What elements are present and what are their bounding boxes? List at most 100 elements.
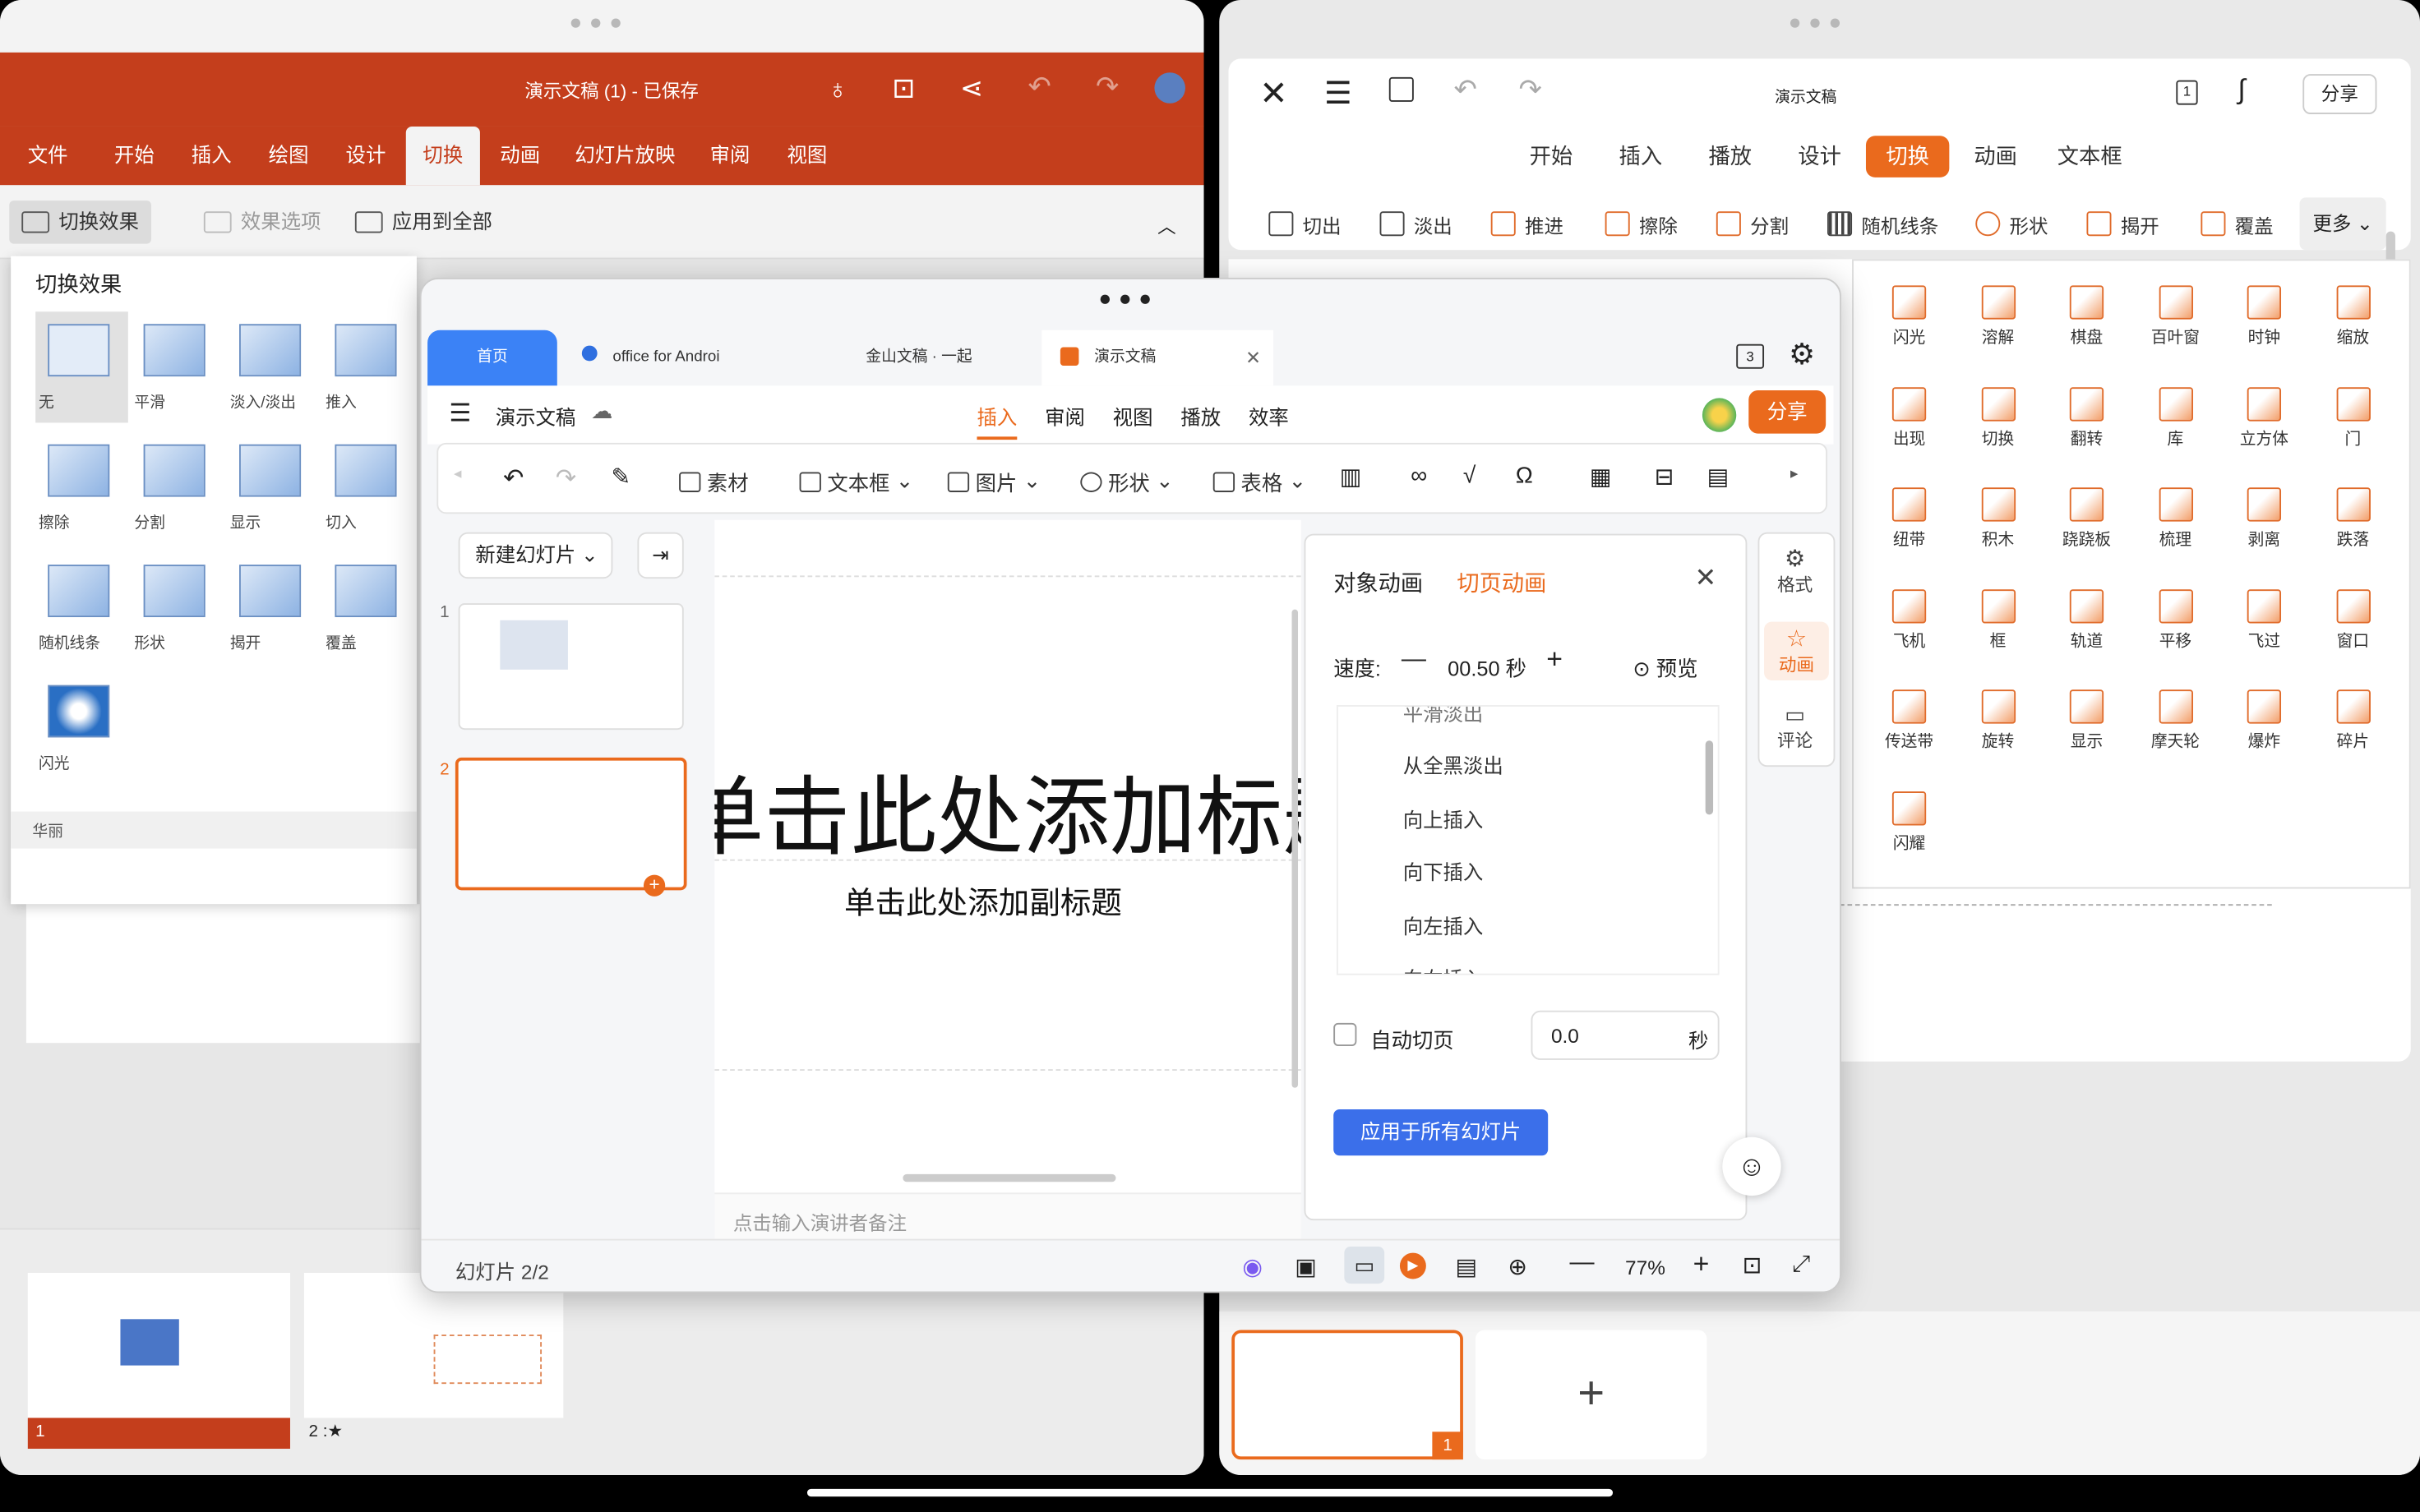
- tab-view[interactable]: 视图: [775, 127, 840, 185]
- transition-push[interactable]: 推入: [322, 311, 415, 422]
- slide-subtitle[interactable]: 单击此处添加副标题: [844, 878, 1122, 922]
- chart-icon[interactable]: ▥: [1340, 463, 1362, 491]
- tab-home[interactable]: 首页: [427, 330, 557, 386]
- transition-item[interactable]: 旋转: [1958, 689, 2039, 753]
- tool-shape[interactable]: 形状: [1975, 207, 2048, 241]
- tool-fade[interactable]: 淡出: [1379, 207, 1452, 241]
- tab-textbox[interactable]: 文本框: [2047, 136, 2133, 177]
- table-button[interactable]: 表格 ⌄: [1212, 466, 1306, 497]
- list-scrollbar[interactable]: [1705, 740, 1714, 815]
- layout-icon[interactable]: ▣: [1295, 1253, 1317, 1280]
- list-item[interactable]: 向左插入: [1403, 910, 1484, 940]
- tool-random-bars[interactable]: 随机线条: [1827, 207, 1938, 241]
- transition-item[interactable]: 百叶窗: [2136, 285, 2216, 348]
- menu-insert[interactable]: 插入: [977, 401, 1018, 440]
- menu-review[interactable]: 审阅: [1045, 401, 1085, 431]
- stamp-icon[interactable]: ⊟: [1655, 463, 1674, 491]
- transition-item[interactable]: 闪耀: [1869, 791, 1950, 854]
- qrcode-icon[interactable]: ▦: [1590, 463, 1612, 491]
- ai-icon[interactable]: ◉: [1242, 1253, 1263, 1280]
- tab-insert[interactable]: 插入: [179, 127, 244, 185]
- share-button[interactable]: 分享: [1748, 390, 1827, 434]
- transition-item[interactable]: 飞过: [2224, 588, 2305, 652]
- add-slide-icon[interactable]: +: [643, 874, 666, 897]
- tab-design[interactable]: 设计: [334, 127, 399, 185]
- tab-transition[interactable]: 切换: [1865, 136, 1950, 177]
- menu-efficiency[interactable]: 效率: [1249, 401, 1289, 431]
- slide-title[interactable]: 单击此处添加标题: [714, 749, 1300, 874]
- present-icon[interactable]: ⊡: [892, 72, 915, 104]
- redo-icon[interactable]: ↷: [1519, 74, 1542, 106]
- h-scrollbar[interactable]: [903, 1173, 1116, 1182]
- transition-cover[interactable]: 覆盖: [322, 552, 415, 663]
- tab-presentation[interactable]: 演示文稿 ✕: [1041, 330, 1273, 386]
- tool-split[interactable]: 分割: [1716, 207, 1789, 241]
- page-transition-tab[interactable]: 切页动画: [1457, 566, 1546, 598]
- slide-thumb-2[interactable]: +: [455, 757, 687, 897]
- tab-count[interactable]: 3: [1736, 343, 1765, 369]
- transition-reveal[interactable]: 显示: [227, 432, 320, 543]
- transition-item[interactable]: 闪光: [1869, 285, 1950, 348]
- zoom-level[interactable]: 77%: [1625, 1256, 1665, 1279]
- v-scrollbar[interactable]: [1291, 609, 1299, 1088]
- list-item[interactable]: 向右插入: [1403, 963, 1484, 974]
- collapse-ribbon-icon[interactable]: ︿: [1157, 213, 1176, 239]
- tab-insert[interactable]: 插入: [1608, 136, 1673, 177]
- menu-play[interactable]: 播放: [1180, 401, 1221, 431]
- transition-none[interactable]: 无: [35, 311, 128, 423]
- link-icon[interactable]: ∞: [1411, 463, 1427, 489]
- slide-canvas[interactable]: [25, 904, 428, 1044]
- transition-item[interactable]: 框: [1958, 588, 2039, 652]
- speed-value[interactable]: 00.50 秒: [1448, 651, 1526, 682]
- list-item[interactable]: 向下插入: [1403, 856, 1484, 886]
- assistant-icon[interactable]: ☺: [1722, 1136, 1781, 1196]
- cloud-sync-icon[interactable]: ☁: [591, 398, 612, 424]
- avatar[interactable]: [1702, 398, 1737, 432]
- redo-icon[interactable]: ↷: [1096, 71, 1119, 103]
- transition-fade[interactable]: 淡入/淡出: [227, 311, 320, 422]
- share-button[interactable]: 分享: [2302, 74, 2377, 114]
- thumbnail-2[interactable]: [303, 1272, 564, 1418]
- list-item[interactable]: 向上插入: [1403, 804, 1484, 833]
- scroll-right-icon[interactable]: ▸: [1790, 466, 1798, 483]
- add-slide-button[interactable]: +: [1475, 1330, 1707, 1460]
- transition-item[interactable]: 碎片: [2313, 689, 2394, 753]
- tab-play[interactable]: 播放: [1697, 136, 1762, 177]
- notes-field[interactable]: 点击输入演讲者备注: [714, 1192, 1301, 1239]
- tab-draw[interactable]: 绘图: [256, 127, 321, 185]
- symbol-icon[interactable]: Ω: [1516, 463, 1533, 489]
- tab-animations[interactable]: 动画: [487, 127, 552, 185]
- tool-cover[interactable]: 覆盖: [2201, 207, 2274, 241]
- transition-item[interactable]: 显示: [2047, 689, 2127, 753]
- undo-icon[interactable]: ↶: [503, 463, 524, 494]
- tool-uncover[interactable]: 揭开: [2086, 207, 2159, 241]
- window-grabber[interactable]: [1790, 18, 1840, 28]
- transition-item[interactable]: 摩天轮: [2136, 689, 2216, 753]
- list-item[interactable]: 从全黑淡出: [1403, 749, 1503, 779]
- transition-shape[interactable]: 形状: [132, 552, 224, 663]
- zoom-out-icon[interactable]: —: [1569, 1250, 1594, 1278]
- tab-file[interactable]: 文件: [19, 127, 77, 185]
- fullscreen-icon[interactable]: ⤢: [1792, 1252, 1811, 1278]
- shape-button[interactable]: 形状 ⌄: [1080, 466, 1174, 497]
- object-animation-tab[interactable]: 对象动画: [1333, 566, 1423, 598]
- hamburger-icon[interactable]: ☰: [449, 398, 471, 429]
- transition-item[interactable]: 溶解: [1958, 285, 2039, 348]
- zoom-in-icon[interactable]: +: [1693, 1248, 1710, 1280]
- transition-item[interactable]: 爆炸: [2224, 689, 2305, 753]
- avatar[interactable]: [1154, 72, 1185, 104]
- tool-wipe[interactable]: 擦除: [1605, 207, 1678, 241]
- close-icon[interactable]: ✕: [1259, 74, 1288, 114]
- undo-icon[interactable]: ↶: [1454, 74, 1477, 106]
- settings-icon[interactable]: ⚙: [1789, 338, 1815, 373]
- apply-all-button[interactable]: 应用于所有幻灯片: [1333, 1109, 1549, 1156]
- transition-random-bars[interactable]: 随机线条: [35, 552, 128, 663]
- transition-item[interactable]: 窗口: [2313, 588, 2394, 652]
- tab-transitions[interactable]: 切换: [405, 126, 480, 186]
- transition-item[interactable]: 剥离: [2224, 487, 2305, 551]
- comment-button[interactable]: ▭ 评论: [1758, 702, 1832, 753]
- tool-push[interactable]: 推进: [1490, 207, 1563, 241]
- close-tab-icon[interactable]: ✕: [1245, 330, 1261, 386]
- textbox-button[interactable]: 文本框 ⌄: [799, 466, 913, 497]
- thumbnail-1[interactable]: 1: [27, 1272, 290, 1450]
